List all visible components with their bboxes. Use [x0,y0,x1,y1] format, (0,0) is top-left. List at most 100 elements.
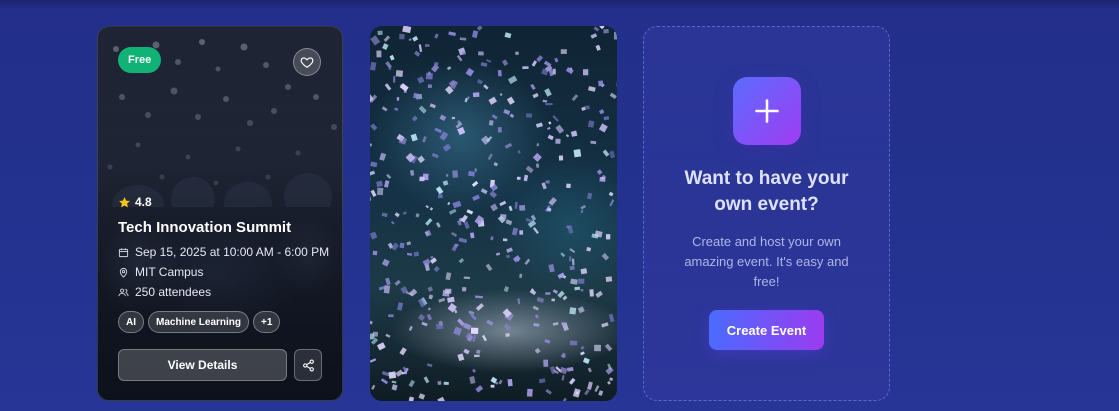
confetti-piece [384,83,392,91]
confetti-piece [559,366,568,375]
confetti-piece [609,199,615,207]
confetti-piece [536,296,545,303]
confetti-piece [594,385,600,393]
confetti-piece [370,358,377,363]
confetti-piece [406,241,412,246]
confetti-piece [533,322,540,327]
confetti-piece [412,92,421,99]
confetti-piece [609,377,613,381]
confetti-piece [588,86,596,92]
confetti-piece [584,389,590,396]
share-button[interactable] [294,349,322,381]
confetti-piece [435,323,444,330]
confetti-piece [465,67,475,77]
confetti-piece [418,393,426,400]
confetti-piece [488,96,497,105]
confetti-piece [566,366,574,372]
confetti-piece [402,26,412,34]
confetti-piece [544,88,552,97]
confetti-piece [552,68,556,75]
confetti-piece [499,200,507,207]
event-card[interactable]: Free 4.8 Tech Innovation Summit Sep 15, … [97,26,343,401]
confetti-piece [406,252,413,256]
tag-more-chip[interactable]: +1 [253,311,281,333]
confetti-piece [614,31,617,40]
confetti-piece [535,163,540,168]
confetti-piece [511,227,519,236]
confetti-piece [490,203,499,212]
confetti-piece [370,195,372,202]
confetti-piece [426,313,433,321]
confetti-piece [507,75,518,85]
confetti-piece [418,105,427,114]
confetti-piece [471,180,479,188]
event-tags: AI Machine Learning +1 [118,311,281,333]
confetti-piece [376,180,383,188]
confetti-piece [608,313,615,323]
description-line: Create and host your own [692,234,841,249]
confetti-piece [443,381,449,385]
event-card-image-confetti[interactable] [370,26,617,401]
confetti-piece [447,296,455,303]
confetti-piece [448,31,456,37]
confetti-piece [608,191,614,197]
confetti-piece [391,380,397,384]
confetti-piece [438,194,443,199]
confetti-piece [372,250,378,256]
confetti-piece [472,334,477,342]
confetti-piece [383,285,391,294]
confetti-piece [606,234,611,240]
plus-icon-box[interactable] [733,77,801,145]
confetti-piece [572,388,581,398]
favorite-button[interactable] [293,48,321,76]
confetti-piece [399,242,405,249]
confetti-piece [370,61,377,71]
view-details-button[interactable]: View Details [118,349,287,381]
confetti-piece [388,371,397,379]
confetti-piece [413,251,420,257]
confetti-piece [544,339,551,344]
confetti-piece [535,122,543,128]
confetti-piece [463,348,470,355]
confetti-piece [381,371,390,377]
description-line: amazing event. It's easy and [684,254,849,269]
confetti-piece [445,272,452,281]
confetti-piece [571,94,579,102]
confetti-piece [538,378,546,384]
star-icon [119,196,130,207]
confetti-piece [381,258,390,267]
confetti-piece [598,390,604,396]
confetti-piece [390,220,395,225]
confetti-piece [425,218,433,226]
confetti-piece [442,289,450,297]
confetti-piece [394,279,401,286]
confetti-piece [433,265,440,273]
confetti-piece [560,252,566,258]
confetti-piece [370,161,378,168]
confetti-piece [517,298,521,305]
confetti-piece [580,289,584,292]
tag-chip[interactable]: Machine Learning [148,311,250,333]
confetti-piece [457,318,465,327]
confetti-piece [418,44,423,52]
confetti-piece [425,204,429,209]
confetti-piece [470,327,479,334]
confetti-piece [452,170,459,178]
confetti-piece [503,323,512,331]
confetti-piece [490,384,495,388]
confetti-piece [554,57,559,63]
confetti-piece [370,35,381,46]
tag-chip[interactable]: AI [118,311,144,333]
confetti-piece [523,174,529,182]
confetti-piece [545,292,551,295]
confetti-piece [419,176,425,182]
confetti-piece [468,170,475,177]
confetti-piece [427,286,433,292]
confetti-piece [410,133,418,142]
confetti-piece [434,33,439,39]
confetti-piece [408,379,415,388]
rating: 4.8 [118,195,152,209]
confetti-piece [408,325,413,331]
create-event-button[interactable]: Create Event [709,310,824,350]
confetti-piece [577,306,585,314]
